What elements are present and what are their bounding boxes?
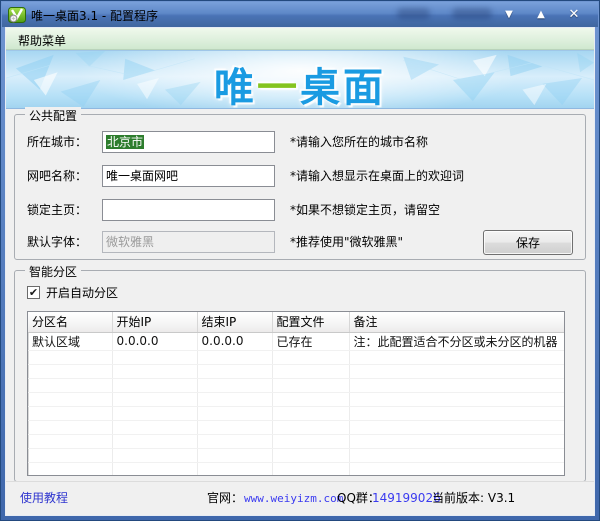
table-empty-row <box>28 406 564 420</box>
status-bar: 使用教程 官网： www.weiyizm.com QQ群： 149199026 … <box>6 481 594 515</box>
banner: 唯一桌面 <box>6 50 594 109</box>
table-empty-row <box>28 420 564 434</box>
col-config-file[interactable]: 配置文件 <box>272 312 349 332</box>
auto-partition-label: 开启自动分区 <box>46 284 118 301</box>
cell-start-ip: 0.0.0.0 <box>112 332 197 350</box>
cafe-name-input[interactable]: 唯一桌面网吧 <box>102 165 275 187</box>
homepage-hint: *如果不想锁定主页，请留空 <box>290 199 440 221</box>
group-smart-partition: 智能分区 ✔ 开启自动分区 分区名 开始IP 结束IP 配置文件 备注 <box>14 270 586 482</box>
cell-end-ip: 0.0.0.0 <box>197 332 272 350</box>
cafe-name-label: 网吧名称： <box>27 165 101 187</box>
font-input: 微软雅黑 <box>102 231 275 253</box>
table-empty-row <box>28 364 564 378</box>
homepage-input[interactable] <box>102 199 275 221</box>
cell-config-file: 已存在 <box>272 332 349 350</box>
table-empty-row <box>28 378 564 392</box>
auto-partition-row: ✔ 开启自动分区 <box>27 284 118 300</box>
window-title: 唯一桌面3.1 - 配置程序 <box>31 7 158 24</box>
window-body: 帮助菜单 <box>5 27 595 516</box>
table-empty-row <box>28 448 564 462</box>
website-label: 官网： <box>207 482 243 515</box>
version-text: 当前版本: V3.1 <box>432 482 515 515</box>
titlebar-smudge <box>397 8 430 19</box>
app-icon <box>8 6 26 24</box>
table-row[interactable]: 默认区域 0.0.0.0 0.0.0.0 已存在 注：此配置适合不分区或未分区的… <box>28 332 564 350</box>
table-empty-row <box>28 462 564 476</box>
city-label: 所在城市： <box>27 131 101 153</box>
table-empty-row <box>28 350 564 364</box>
group-public-config: 公共配置 所在城市： 北京市 *请输入您所在的城市名称 网吧名称： 唯一桌面网吧… <box>14 114 586 260</box>
logo-chars: 桌面 <box>300 65 386 109</box>
selected-text: 北京市 <box>106 135 144 149</box>
tutorial-link[interactable]: 使用教程 <box>20 482 68 515</box>
group-title: 公共配置 <box>25 107 81 124</box>
qq-group-number[interactable]: 149199026 <box>372 482 441 515</box>
logo-char-green: 一 <box>257 65 300 109</box>
website-url-link[interactable]: www.weiyizm.com <box>244 482 343 515</box>
menu-bar: 帮助菜单 <box>6 28 594 50</box>
col-remark[interactable]: 备注 <box>349 312 564 332</box>
titlebar-smudge <box>452 8 492 19</box>
product-logo: 唯一桌面 <box>6 55 594 109</box>
title-bar[interactable]: 唯一桌面3.1 - 配置程序 ▼ ▲ ✕ <box>2 2 598 27</box>
close-button[interactable]: ✕ <box>562 5 586 24</box>
city-hint: *请输入您所在的城市名称 <box>290 131 428 153</box>
maximize-button[interactable]: ▲ <box>529 5 553 24</box>
logo-char: 唯 <box>214 65 257 109</box>
group-title: 智能分区 <box>25 263 81 280</box>
auto-partition-checkbox[interactable]: ✔ <box>27 286 40 299</box>
homepage-label: 锁定主页： <box>27 199 101 221</box>
col-end-ip[interactable]: 结束IP <box>197 312 272 332</box>
table-header-row: 分区名 开始IP 结束IP 配置文件 备注 <box>28 312 564 332</box>
font-hint: *推荐使用"微软雅黑" <box>290 231 403 253</box>
cafe-name-hint: *请输入想显示在桌面上的欢迎词 <box>290 165 464 187</box>
cell-remark: 注：此配置适合不分区或未分区的机器 <box>349 332 564 350</box>
table-empty-row <box>28 392 564 406</box>
save-button[interactable]: 保存 <box>483 230 573 255</box>
menu-item-help[interactable]: 帮助菜单 <box>14 31 70 50</box>
col-start-ip[interactable]: 开始IP <box>112 312 197 332</box>
cell-partition-name: 默认区域 <box>28 332 112 350</box>
font-label: 默认字体： <box>27 231 101 253</box>
minimize-button[interactable]: ▼ <box>497 5 521 24</box>
col-partition-name[interactable]: 分区名 <box>28 312 112 332</box>
city-input[interactable]: 北京市 <box>102 131 275 153</box>
table-empty-row <box>28 434 564 448</box>
app-window: 唯一桌面3.1 - 配置程序 ▼ ▲ ✕ 帮助菜单 <box>0 0 600 521</box>
partition-table[interactable]: 分区名 开始IP 结束IP 配置文件 备注 默认区域 0.0.0.0 0.0.0… <box>27 311 565 476</box>
